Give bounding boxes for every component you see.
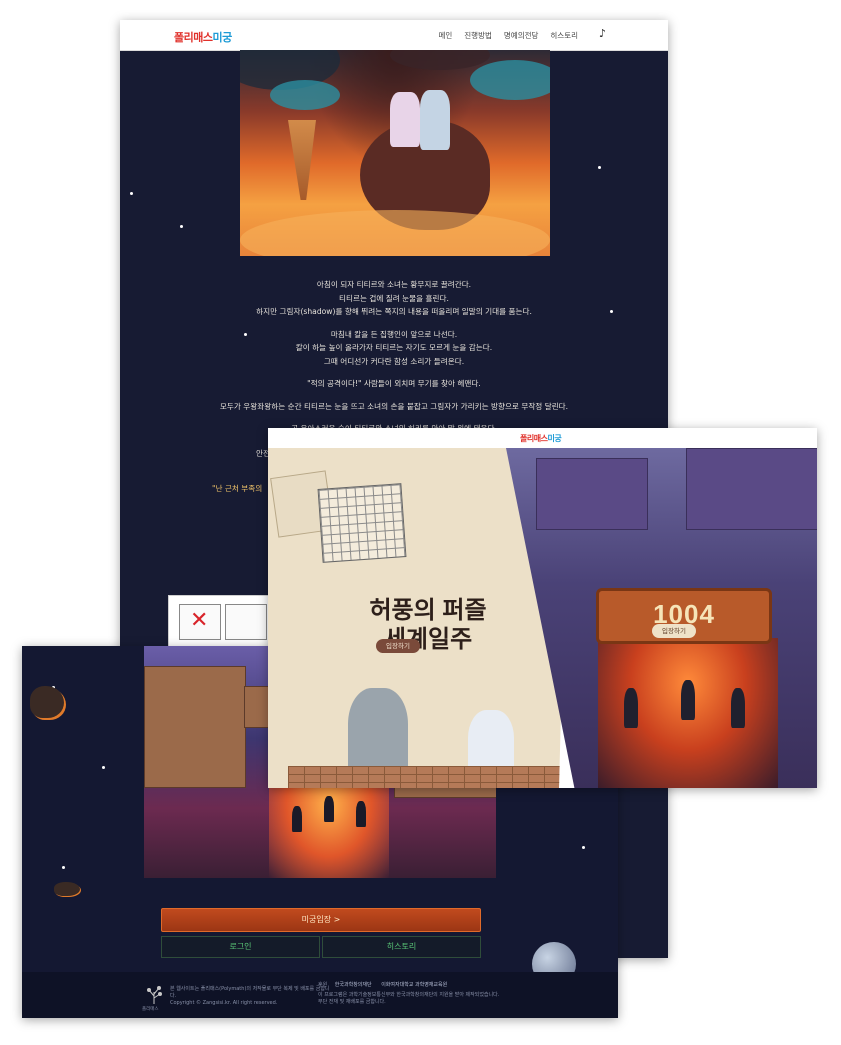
asteroid-icon bbox=[54, 882, 80, 896]
sponsor-kofac: 한국과학창의재단 bbox=[334, 982, 372, 988]
answer-cell bbox=[225, 604, 267, 640]
crossword-graphic bbox=[317, 483, 407, 563]
answer-cell: ✕ bbox=[179, 604, 221, 640]
site-logo[interactable]: 폴리매스미궁 bbox=[174, 29, 232, 45]
tornado-graphic bbox=[288, 120, 316, 200]
music-note-icon[interactable]: ♪ bbox=[599, 27, 606, 40]
asteroid-icon bbox=[30, 686, 64, 718]
nav-item-history[interactable]: 히스토리 bbox=[550, 30, 578, 41]
nav-item-hall-of-fame[interactable]: 명예의전당 bbox=[504, 30, 539, 41]
puzzle-tour-window: 폴리매스미궁 허풍의 퍼즐 세계일주 입장하기 1004 입장하기 bbox=[268, 428, 817, 788]
story-partial-quote: "난 근처 부족의 bbox=[212, 484, 263, 493]
top-navigation: 폴리매스미궁 메인 진행방법 명예의전당 히스토리 ♪ bbox=[120, 20, 668, 51]
sponsor-ewha: 이화여자대학교 과학영재교육원 bbox=[381, 982, 448, 988]
story-text: 아침이 되자 티티르와 소녀는 황무지로 끌려간다. 티티르는 겁에 질려 눈물… bbox=[219, 280, 569, 433]
red-x-icon: ✕ bbox=[190, 608, 209, 633]
nav-item-main[interactable]: 메인 bbox=[438, 30, 452, 41]
brick-wall-graphic bbox=[288, 766, 568, 788]
polymath-tree-logo bbox=[144, 984, 164, 1006]
maze-1004-enter-button[interactable]: 입장하기 bbox=[652, 624, 696, 638]
nav-item-how-to[interactable]: 진행방법 bbox=[464, 30, 492, 41]
maze-enter-button[interactable]: 미궁입장 > bbox=[161, 908, 481, 932]
login-button[interactable]: 로그인 bbox=[161, 936, 320, 958]
story-illustration bbox=[240, 50, 550, 256]
footer: 폴리매스 본 웹사이트는 폴리매스(Polymath)의 저작물로 무단 복제 … bbox=[22, 972, 618, 1018]
world-tour-title: 허풍의 퍼즐 세계일주 bbox=[369, 597, 487, 653]
answer-card: ✕ bbox=[168, 595, 270, 647]
top-bar: 폴리매스미궁 bbox=[268, 428, 817, 449]
running-man-graphic bbox=[348, 688, 408, 778]
world-tour-enter-button[interactable]: 입장하기 bbox=[376, 639, 420, 653]
history-button[interactable]: 히스토리 bbox=[322, 936, 481, 958]
site-logo[interactable]: 폴리매스미궁 bbox=[520, 433, 562, 444]
